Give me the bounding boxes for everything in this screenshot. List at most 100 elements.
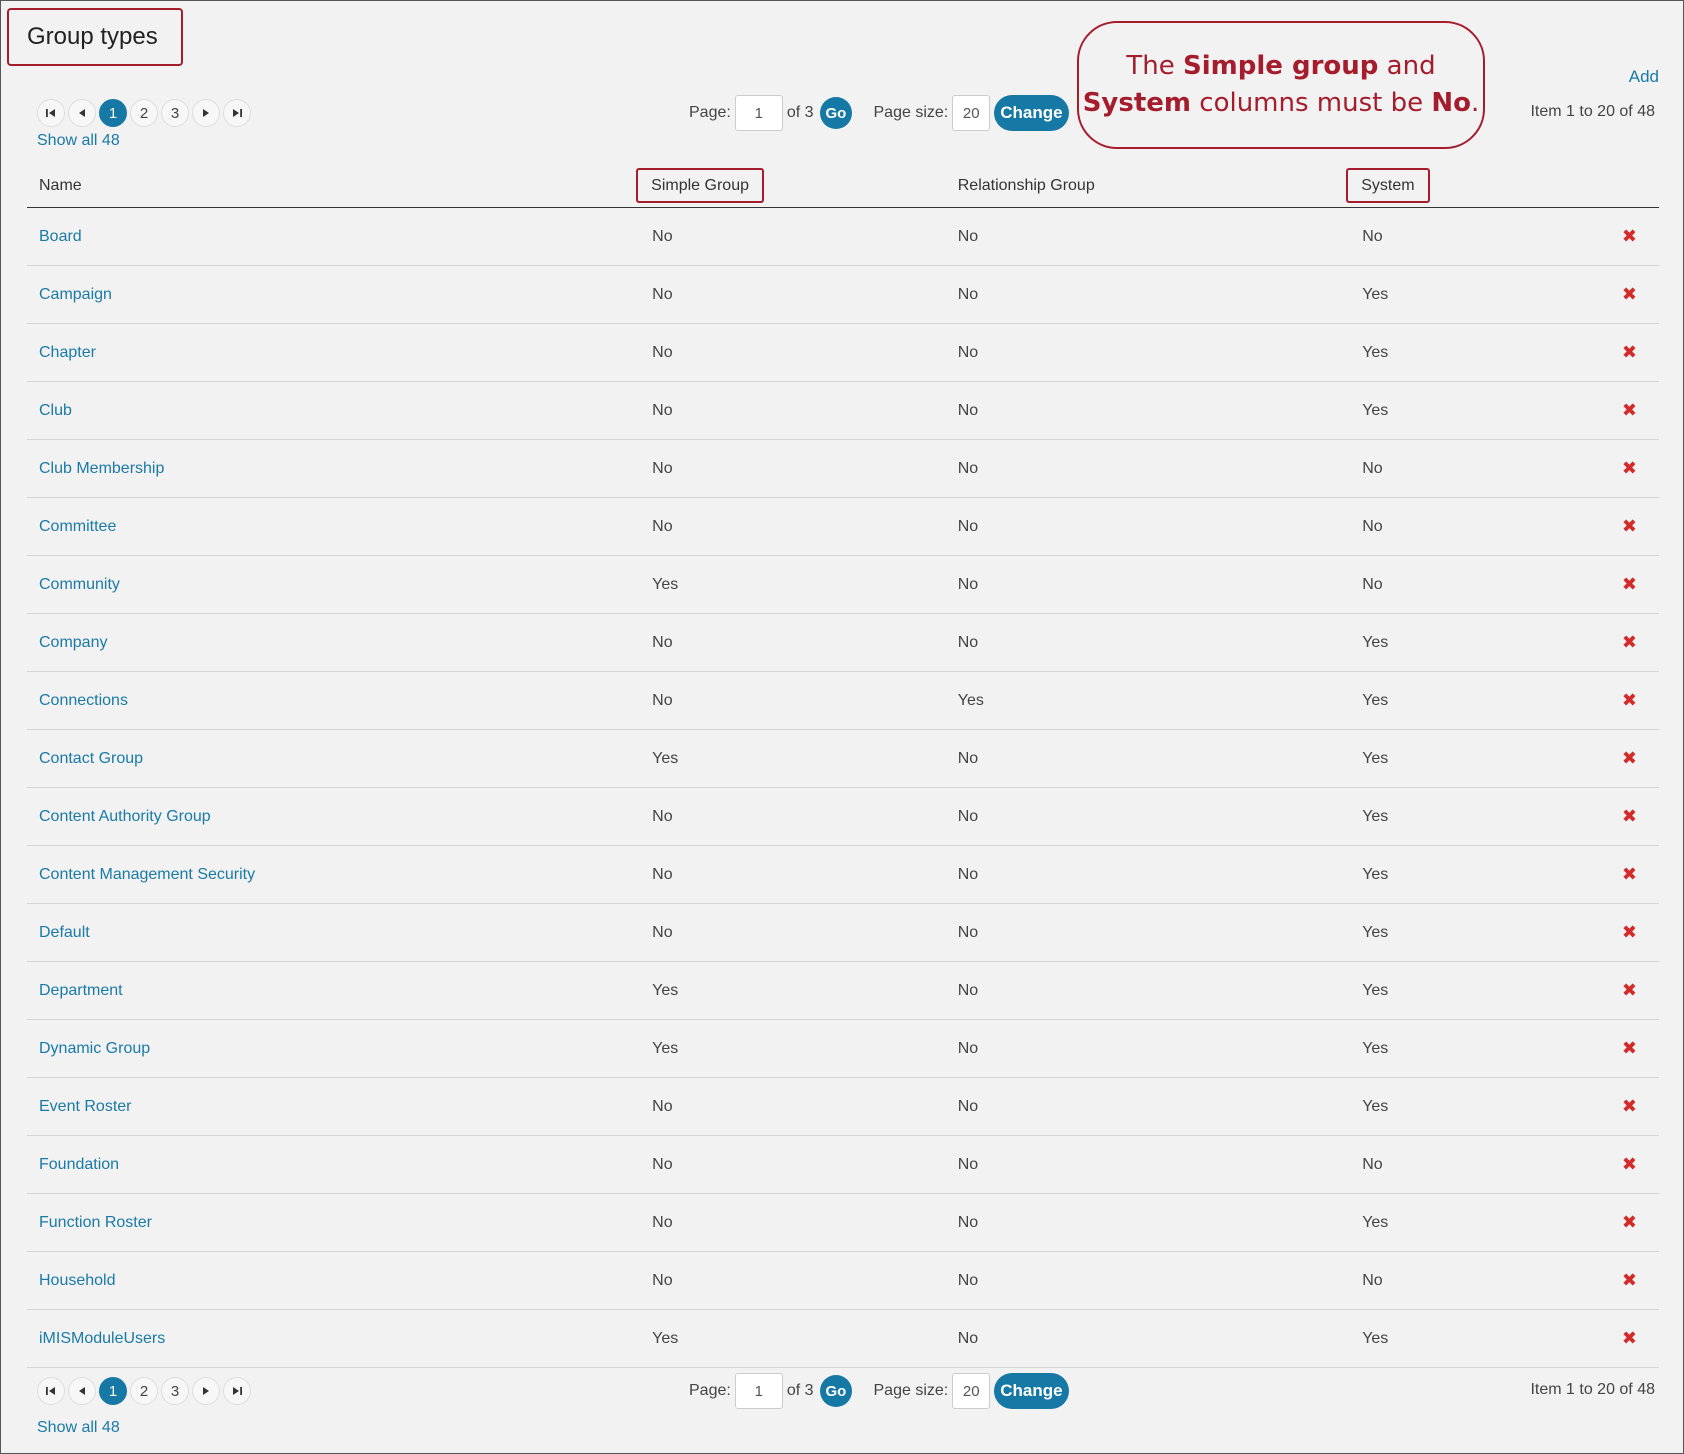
group-type-link[interactable]: Dynamic Group — [39, 1040, 150, 1057]
page-1-button[interactable]: 1 — [99, 99, 127, 127]
group-type-link[interactable]: iMISModuleUsers — [39, 1330, 165, 1347]
group-type-link[interactable]: Default — [39, 924, 90, 941]
page-3-button[interactable]: 3 — [161, 99, 189, 127]
pager-top: 1 2 3 Page: of 3 Go Page size: Change It… — [27, 93, 1659, 133]
relationship-group-cell: No — [957, 555, 1363, 614]
table-row: Committee No No No ✖ — [27, 497, 1659, 556]
group-type-link[interactable]: Committee — [39, 518, 116, 535]
relationship-group-cell: No — [957, 497, 1363, 556]
system-cell: No — [1362, 1251, 1622, 1310]
group-type-link[interactable]: Foundation — [39, 1156, 119, 1173]
group-type-link[interactable]: Chapter — [39, 344, 96, 361]
col-header-relationship-group[interactable]: Relationship Group — [957, 165, 1363, 208]
prev-page-button[interactable] — [68, 99, 96, 127]
col-header-simple-group[interactable]: Simple Group — [636, 168, 764, 203]
group-type-link[interactable]: Club — [39, 402, 72, 419]
delete-icon[interactable]: ✖ — [1622, 342, 1637, 362]
page-of-text: of 3 — [786, 1382, 814, 1399]
relationship-group-cell: No — [957, 1193, 1363, 1252]
first-page-button[interactable] — [37, 1377, 65, 1405]
group-type-link[interactable]: Household — [39, 1272, 116, 1289]
system-cell: Yes — [1362, 381, 1622, 440]
delete-icon[interactable]: ✖ — [1622, 400, 1637, 420]
system-cell: Yes — [1362, 323, 1622, 382]
delete-icon[interactable]: ✖ — [1622, 574, 1637, 594]
delete-icon[interactable]: ✖ — [1622, 1154, 1637, 1174]
group-type-link[interactable]: Department — [39, 982, 123, 999]
delete-icon[interactable]: ✖ — [1622, 690, 1637, 710]
table-row: Community Yes No No ✖ — [27, 555, 1659, 614]
next-page-button[interactable] — [192, 1377, 220, 1405]
group-type-link[interactable]: Community — [39, 576, 120, 593]
group-type-link[interactable]: Company — [39, 634, 107, 651]
last-page-button[interactable] — [223, 99, 251, 127]
group-type-link[interactable]: Connections — [39, 692, 128, 709]
table-row: Company No No Yes ✖ — [27, 613, 1659, 672]
item-count: Item 1 to 20 of 48 — [1530, 103, 1655, 120]
add-link[interactable]: Add — [1629, 67, 1659, 87]
show-all-link[interactable]: Show all 48 — [37, 132, 120, 150]
page-size-input[interactable] — [952, 95, 991, 131]
system-cell: No — [1362, 207, 1622, 266]
delete-icon[interactable]: ✖ — [1622, 1038, 1637, 1058]
simple-group-cell: No — [652, 381, 958, 440]
group-type-link[interactable]: Club Membership — [39, 460, 164, 477]
show-all-link[interactable]: Show all 48 — [37, 1419, 120, 1437]
delete-icon[interactable]: ✖ — [1622, 516, 1637, 536]
delete-icon[interactable]: ✖ — [1622, 980, 1637, 1000]
delete-icon[interactable]: ✖ — [1622, 748, 1637, 768]
simple-group-cell: No — [652, 439, 958, 498]
page-title: Group types — [7, 8, 183, 66]
group-type-link[interactable]: Content Authority Group — [39, 808, 211, 825]
simple-group-cell: No — [652, 903, 958, 962]
group-type-link[interactable]: Content Management Security — [39, 866, 255, 883]
change-button[interactable]: Change — [994, 1373, 1069, 1409]
page-3-button[interactable]: 3 — [161, 1377, 189, 1405]
relationship-group-cell: No — [957, 439, 1363, 498]
page-number-input[interactable] — [734, 95, 783, 131]
relationship-group-cell: No — [957, 207, 1363, 266]
simple-group-cell: No — [652, 207, 958, 266]
delete-icon[interactable]: ✖ — [1622, 1328, 1637, 1348]
page-2-button[interactable]: 2 — [130, 1377, 158, 1405]
delete-icon[interactable]: ✖ — [1622, 1212, 1637, 1232]
simple-group-cell: No — [652, 1077, 958, 1136]
page-2-button[interactable]: 2 — [130, 99, 158, 127]
delete-icon[interactable]: ✖ — [1622, 458, 1637, 478]
simple-group-cell: Yes — [652, 1309, 958, 1368]
prev-page-button[interactable] — [68, 1377, 96, 1405]
delete-icon[interactable]: ✖ — [1622, 922, 1637, 942]
first-page-icon — [46, 1387, 55, 1395]
group-type-link[interactable]: Event Roster — [39, 1098, 131, 1115]
group-type-link[interactable]: Board — [39, 228, 82, 245]
group-type-link[interactable]: Campaign — [39, 286, 112, 303]
system-cell: Yes — [1362, 903, 1622, 962]
delete-icon[interactable]: ✖ — [1622, 806, 1637, 826]
system-cell: Yes — [1362, 671, 1622, 730]
go-button[interactable]: Go — [819, 1375, 852, 1407]
change-button[interactable]: Change — [994, 95, 1069, 131]
delete-icon[interactable]: ✖ — [1622, 284, 1637, 304]
relationship-group-cell: No — [957, 787, 1363, 846]
last-page-button[interactable] — [223, 1377, 251, 1405]
page-1-button[interactable]: 1 — [99, 1377, 127, 1405]
delete-icon[interactable]: ✖ — [1622, 1096, 1637, 1116]
col-header-name[interactable]: Name — [27, 165, 653, 208]
first-page-button[interactable] — [37, 99, 65, 127]
delete-icon[interactable]: ✖ — [1622, 226, 1637, 246]
next-page-button[interactable] — [192, 99, 220, 127]
group-type-link[interactable]: Contact Group — [39, 750, 143, 767]
page-number-input[interactable] — [734, 1373, 783, 1409]
delete-icon[interactable]: ✖ — [1622, 1270, 1637, 1290]
delete-icon[interactable]: ✖ — [1622, 632, 1637, 652]
system-cell: Yes — [1362, 1309, 1622, 1368]
table-row: Board No No No ✖ — [27, 207, 1659, 266]
col-header-system[interactable]: System — [1346, 168, 1430, 203]
system-cell: No — [1362, 1135, 1622, 1194]
group-type-link[interactable]: Function Roster — [39, 1214, 152, 1231]
system-cell: Yes — [1362, 845, 1622, 904]
go-button[interactable]: Go — [819, 97, 852, 129]
page-size-input[interactable] — [952, 1373, 991, 1409]
delete-icon[interactable]: ✖ — [1622, 864, 1637, 884]
relationship-group-cell: Yes — [957, 671, 1363, 730]
